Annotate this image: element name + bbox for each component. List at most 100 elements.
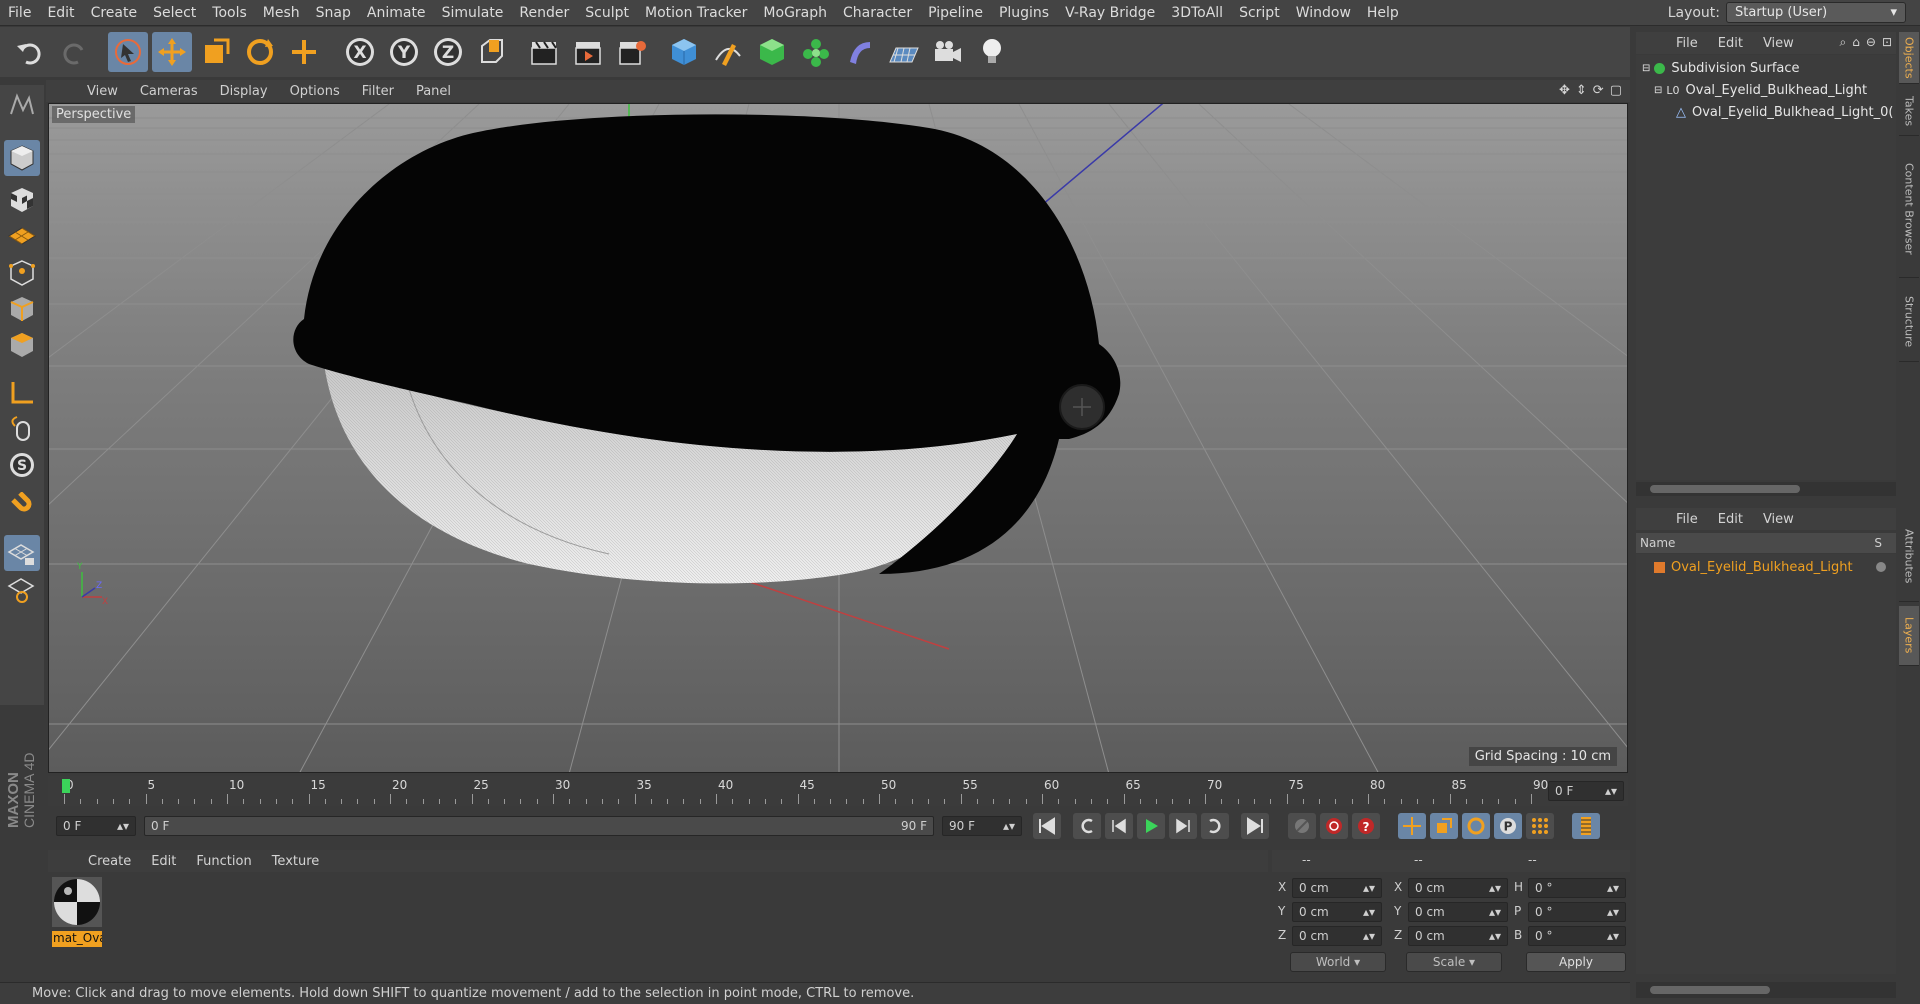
workplane-grid-button[interactable] (4, 571, 40, 607)
frame-range-slider[interactable]: 0 F 90 F (144, 816, 934, 836)
rotate-tool-button[interactable] (240, 32, 280, 72)
material-menu-edit[interactable]: Edit (141, 854, 186, 869)
menu-mesh[interactable]: Mesh (255, 5, 308, 21)
viewport-menu-display[interactable]: Display (209, 84, 279, 99)
layout-select[interactable]: Startup (User) ▾ (1726, 2, 1906, 23)
viewport-menu-cameras[interactable]: Cameras (129, 84, 209, 99)
object-row-null[interactable]: ⊟ L0 Oval_Eyelid_Bulkhead_Light (1636, 79, 1896, 101)
viewport-menu-filter[interactable]: Filter (351, 84, 405, 99)
render-view-button[interactable] (524, 32, 564, 72)
size-y-field[interactable]: 0 cm ▴▾ (1408, 902, 1508, 922)
motion-path-button[interactable] (1288, 813, 1316, 839)
layer-color-swatch[interactable] (1654, 561, 1665, 573)
y-axis-button[interactable]: Y (384, 32, 424, 72)
size-z-field[interactable]: 0 cm ▴▾ (1408, 926, 1508, 946)
menu-render[interactable]: Render (511, 5, 577, 21)
cube-object-button[interactable] (664, 32, 704, 72)
lock-workplane-button[interactable] (4, 535, 40, 571)
workplane-mode-button[interactable] (4, 217, 40, 253)
live-selection-button[interactable] (108, 32, 148, 72)
search-icon[interactable]: ⌕ (1840, 35, 1847, 50)
material-swatch[interactable]: mat_Ova (52, 877, 102, 947)
object-menu-edit[interactable]: Edit (1708, 36, 1753, 51)
make-editable-button[interactable] (4, 87, 40, 123)
collapse-icon[interactable]: ⊟ (1654, 85, 1662, 96)
menu-tools[interactable]: Tools (204, 5, 255, 21)
pen-spline-button[interactable] (708, 32, 748, 72)
menu-create[interactable]: Create (83, 5, 146, 21)
snapping-button[interactable]: S (4, 447, 40, 483)
menu-motion-tracker[interactable]: Motion Tracker (637, 5, 755, 21)
layer-row[interactable]: Oval_Eyelid_Bulkhead_Light (1636, 556, 1896, 578)
start-frame-field[interactable]: 0 F ▴▾ (56, 816, 136, 836)
next-key-button[interactable] (1201, 813, 1229, 839)
world-dropdown[interactable]: World ▾ (1290, 952, 1386, 972)
menu-mograph[interactable]: MoGraph (755, 5, 835, 21)
light-button[interactable] (972, 32, 1012, 72)
menu-help[interactable]: Help (1359, 5, 1407, 21)
edges-mode-button[interactable] (4, 291, 40, 327)
render-settings-button[interactable] (612, 32, 652, 72)
floor-button[interactable] (884, 32, 924, 72)
playhead[interactable] (62, 779, 70, 793)
key-parameter-button[interactable]: P (1494, 813, 1522, 839)
redo-button[interactable] (54, 32, 94, 72)
go-to-start-button[interactable] (1033, 813, 1061, 839)
subdivision-button[interactable] (752, 32, 792, 72)
maximize-view-icon[interactable]: ▢ (1610, 83, 1622, 98)
next-frame-button[interactable] (1169, 813, 1197, 839)
points-mode-button[interactable] (4, 255, 40, 291)
menu-file[interactable]: File (0, 5, 39, 21)
scale-tool-button[interactable] (196, 32, 236, 72)
layer-menu-file[interactable]: File (1666, 512, 1708, 527)
object-menu-file[interactable]: File (1666, 36, 1708, 51)
deformer-button[interactable] (840, 32, 880, 72)
viewport-perspective[interactable]: Y Z X Perspective Grid Spacing : 10 cm (48, 103, 1628, 773)
menu-pipeline[interactable]: Pipeline (920, 5, 991, 21)
scrollbar-thumb[interactable] (1650, 485, 1800, 493)
x-axis-button[interactable]: X (340, 32, 380, 72)
undo-button[interactable] (10, 32, 50, 72)
menu-edit[interactable]: Edit (39, 5, 82, 21)
home-icon[interactable]: ⌂ (1852, 35, 1860, 50)
rot-p-field[interactable]: 0 ° ▴▾ (1528, 902, 1626, 922)
magnet-button[interactable] (4, 489, 40, 525)
key-position-button[interactable] (1398, 813, 1426, 839)
polygons-mode-button[interactable] (4, 327, 40, 363)
menu-vray-bridge[interactable]: V-Ray Bridge (1057, 5, 1163, 21)
orbit-icon[interactable]: ⟳ (1593, 83, 1604, 98)
rot-h-field[interactable]: 0 ° ▴▾ (1528, 878, 1626, 898)
layer-menu-edit[interactable]: Edit (1708, 512, 1753, 527)
object-row-subdivision[interactable]: ⊟ Subdivision Surface (1636, 57, 1896, 79)
camera-button[interactable] (928, 32, 968, 72)
z-axis-button[interactable]: Z (428, 32, 468, 72)
key-pla-button[interactable] (1526, 813, 1554, 839)
material-menu-texture[interactable]: Texture (262, 854, 330, 869)
render-to-picture-viewer-button[interactable] (568, 32, 608, 72)
object-row-polygon[interactable]: △ Oval_Eyelid_Bulkhead_Light_0( (1636, 101, 1896, 123)
layer-horizontal-scrollbar[interactable] (1636, 982, 1896, 998)
end-frame-field[interactable]: 90 F ▴▾ (942, 816, 1022, 836)
tweak-mode-button[interactable] (4, 411, 40, 447)
menu-window[interactable]: Window (1288, 5, 1359, 21)
viewport-menu-view[interactable]: View (76, 84, 129, 99)
material-menu-create[interactable]: Create (78, 854, 141, 869)
pan-icon[interactable]: ✥ (1559, 83, 1570, 98)
key-rotation-button[interactable] (1462, 813, 1490, 839)
collapse-icon[interactable]: ⊟ (1642, 63, 1650, 74)
apply-button[interactable]: Apply (1526, 952, 1626, 972)
layer-solo-toggle[interactable] (1876, 562, 1886, 572)
model-mode-button[interactable] (4, 140, 40, 176)
menu-sculpt[interactable]: Sculpt (577, 5, 637, 21)
rot-b-field[interactable]: 0 ° ▴▾ (1528, 926, 1626, 946)
mograph-cloner-button[interactable] (796, 32, 836, 72)
autokey-button[interactable]: ? (1352, 813, 1380, 839)
pos-x-field[interactable]: 0 cm ▴▾ (1292, 878, 1382, 898)
tab-objects[interactable]: Objects (1899, 32, 1919, 84)
key-scale-button[interactable] (1430, 813, 1458, 839)
current-frame-field[interactable]: 0 F ▴▾ (1548, 781, 1624, 801)
menu-snap[interactable]: Snap (308, 5, 359, 21)
new-window-icon[interactable]: ⊡ (1882, 35, 1892, 50)
pos-y-field[interactable]: 0 cm ▴▾ (1292, 902, 1382, 922)
record-key-button[interactable] (1320, 813, 1348, 839)
